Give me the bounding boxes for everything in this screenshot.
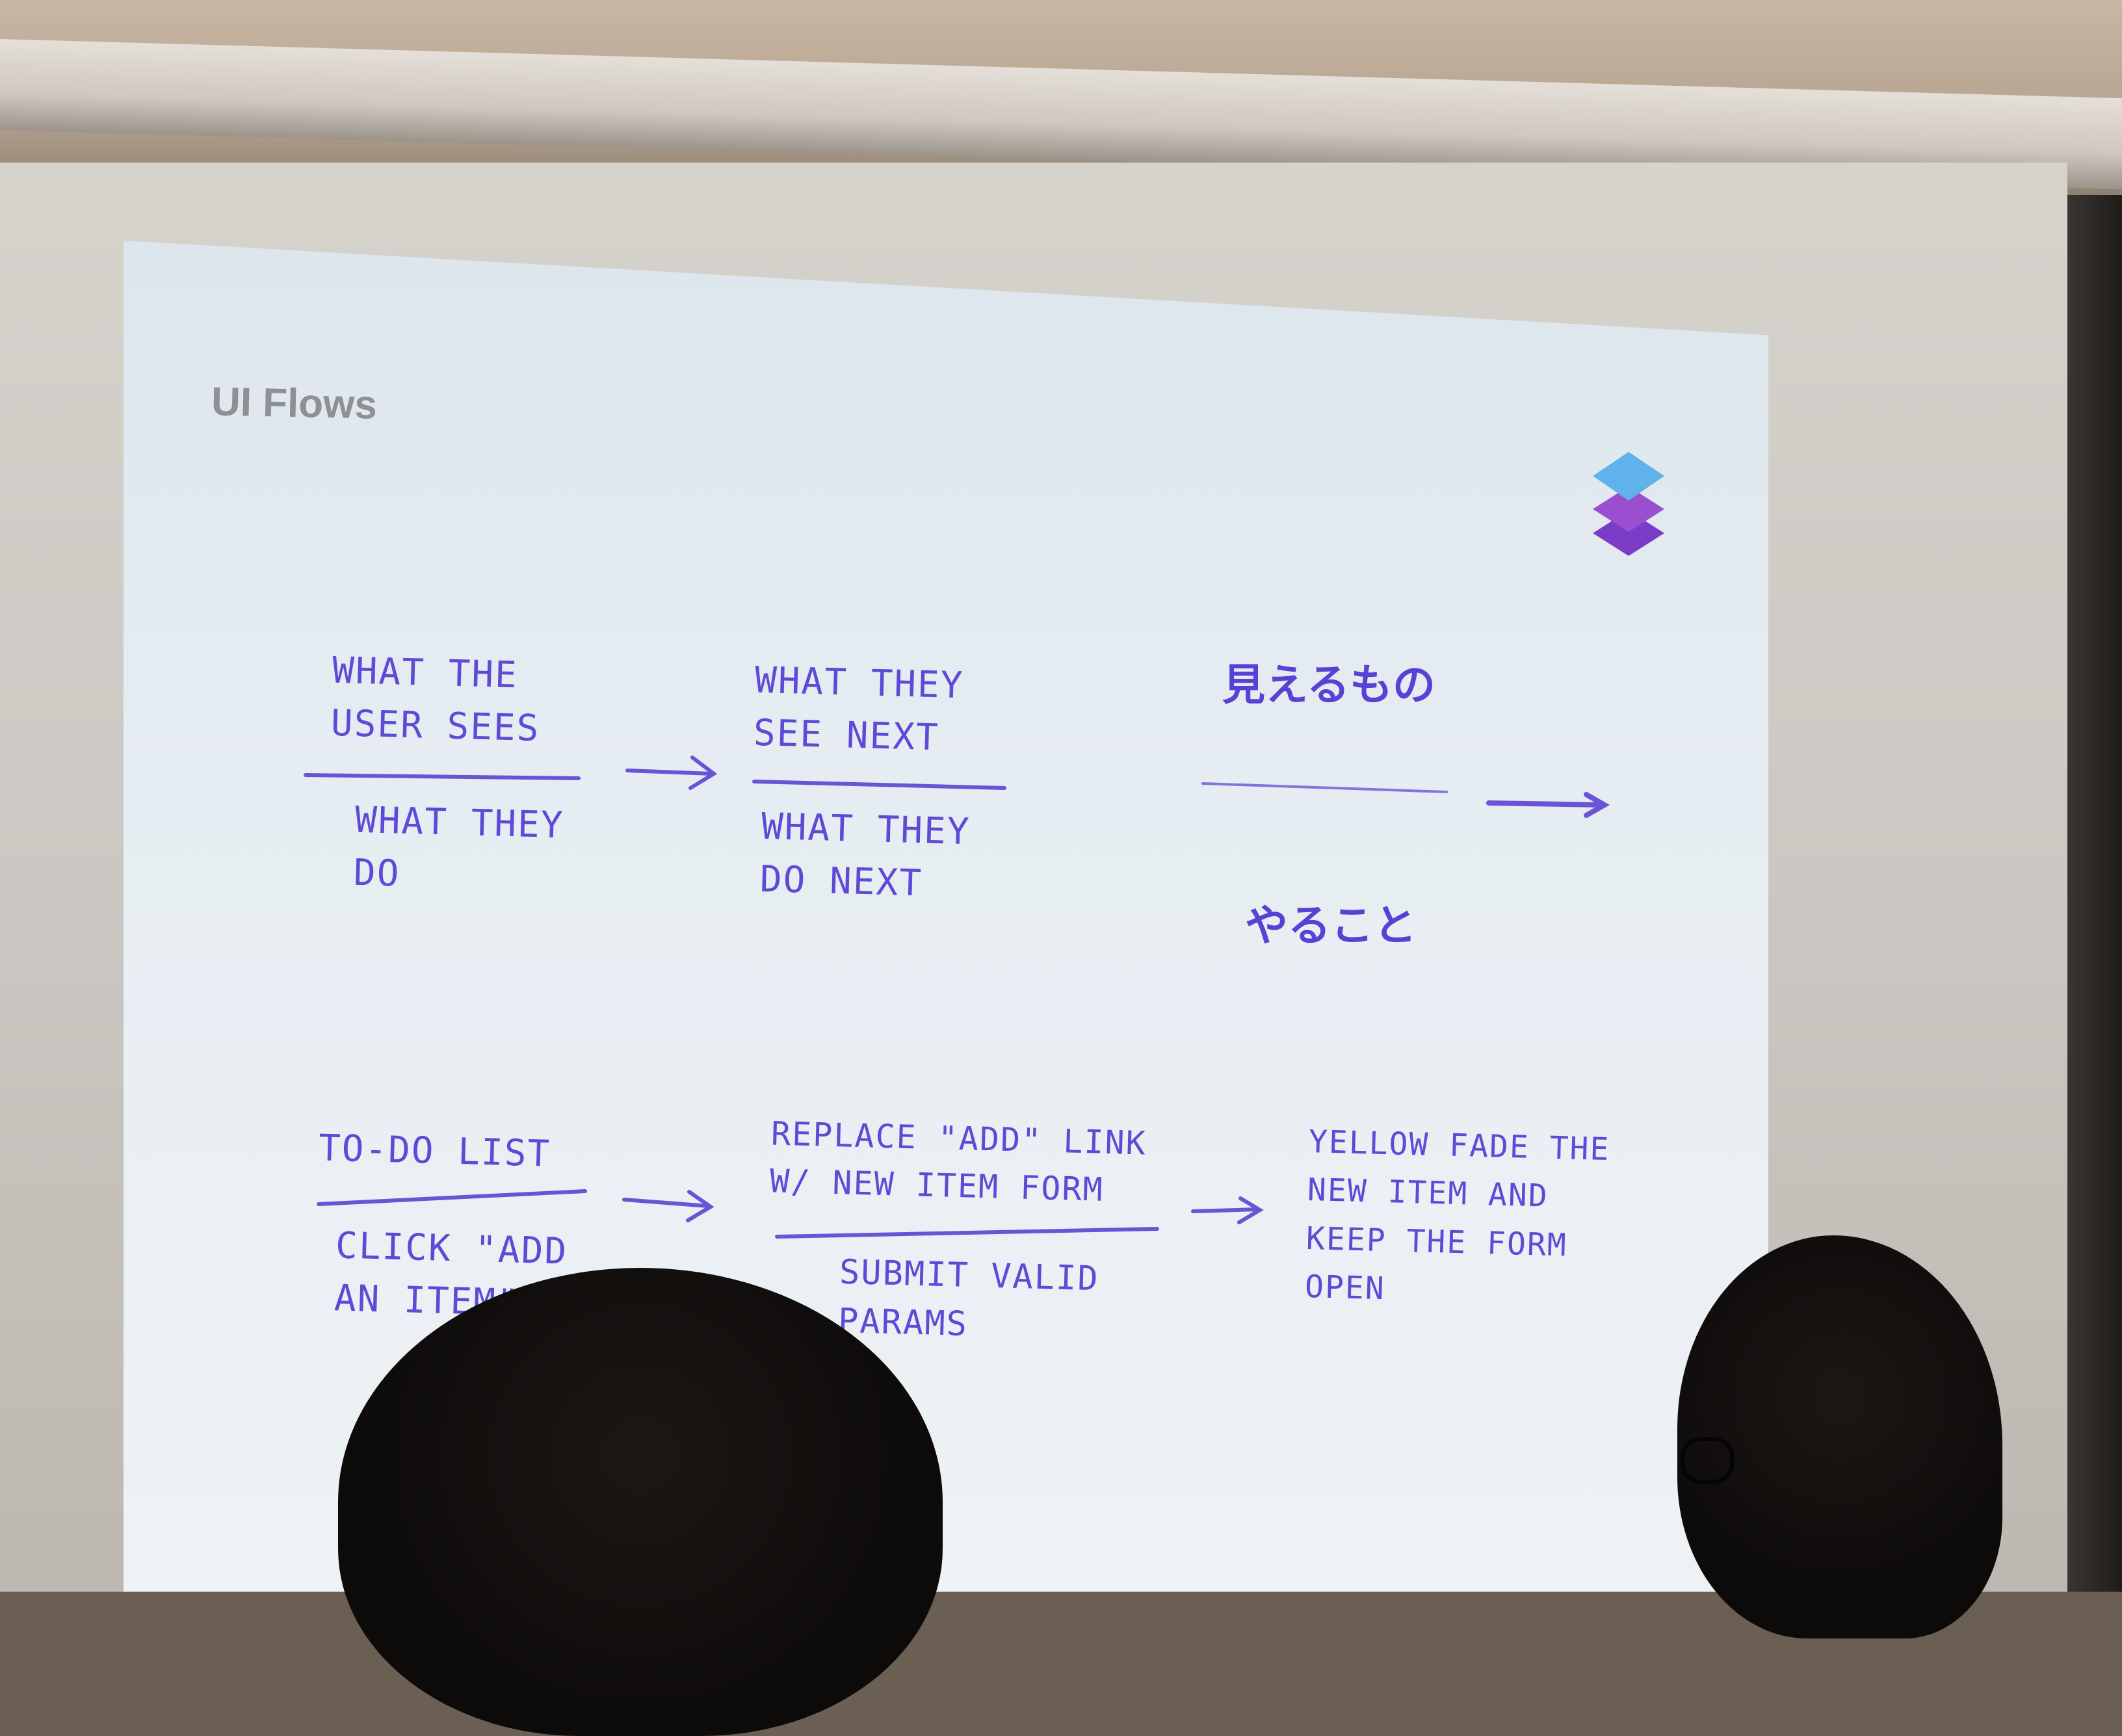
template-divider-1 — [304, 773, 581, 780]
arrow-right-icon — [622, 1190, 714, 1222]
arrow-right-icon — [1486, 792, 1610, 818]
glasses — [1681, 1437, 1734, 1484]
example-divider-2 — [775, 1227, 1159, 1239]
template-divider-jp — [1201, 782, 1448, 793]
example-divider-1 — [317, 1189, 587, 1206]
arrow-right-icon — [1191, 1196, 1264, 1224]
arrow-right-icon — [625, 756, 718, 790]
template-divider-2 — [752, 780, 1006, 790]
audience-head-left — [338, 1268, 943, 1736]
